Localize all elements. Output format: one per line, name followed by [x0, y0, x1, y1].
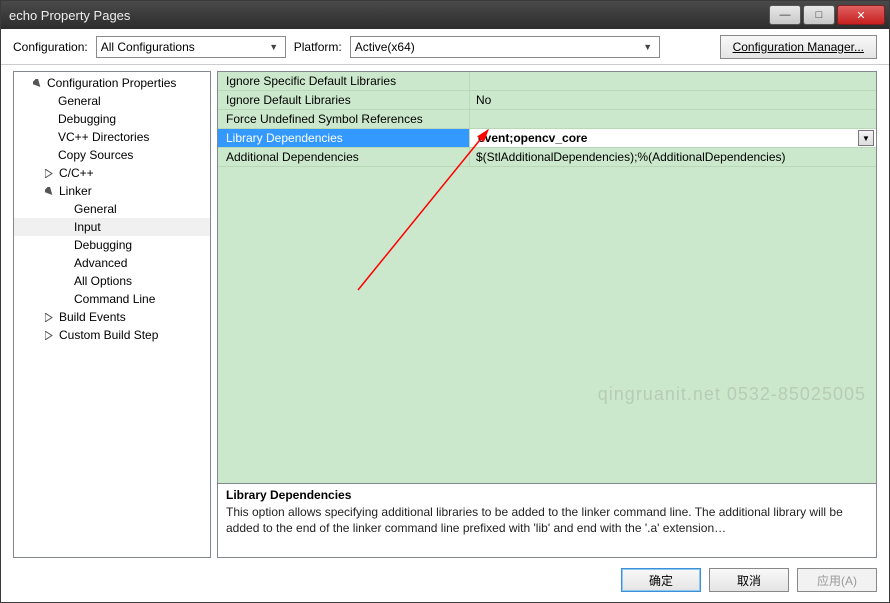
configuration-label: Configuration:	[13, 40, 88, 54]
apply-button: 应用(A)	[797, 568, 877, 592]
grid-row[interactable]: Additional Dependencies $(StlAdditionalD…	[218, 148, 876, 167]
tree-item-buildevents[interactable]: Build Events	[14, 308, 210, 326]
tree-item-debugging[interactable]: Debugging	[14, 110, 210, 128]
window-buttons: — □ ✕	[767, 5, 885, 25]
grid-value[interactable]	[470, 72, 876, 90]
grid-row[interactable]: Ignore Default Libraries No	[218, 91, 876, 110]
expand-closed-icon[interactable]	[44, 330, 55, 341]
tree-item-general[interactable]: General	[14, 92, 210, 110]
grid-row[interactable]: Force Undefined Symbol References	[218, 110, 876, 129]
tree-item-linker-input[interactable]: Input	[14, 218, 210, 236]
maximize-button[interactable]: □	[803, 5, 835, 25]
tree-item-ccpp[interactable]: C/C++	[14, 164, 210, 182]
dialog-footer: 确定 取消 应用(A)	[1, 558, 889, 602]
grid-value-editing[interactable]: ▼	[470, 129, 876, 147]
description-panel: Library Dependencies This option allows …	[218, 483, 876, 557]
property-grid[interactable]: Ignore Specific Default Libraries Ignore…	[218, 72, 876, 483]
watermark-text: qingruanit.net 0532-85025005	[598, 384, 866, 405]
platform-dropdown[interactable]: Active(x64) ▼	[350, 36, 660, 58]
tree-item-custombuild[interactable]: Custom Build Step	[14, 326, 210, 344]
grid-value[interactable]: $(StlAdditionalDependencies);%(Additiona…	[470, 148, 876, 166]
grid-row-selected[interactable]: Library Dependencies ▼	[218, 129, 876, 148]
tree-item-linker-commandline[interactable]: Command Line	[14, 290, 210, 308]
close-button[interactable]: ✕	[837, 5, 885, 25]
dropdown-button[interactable]: ▼	[858, 130, 874, 146]
tree-item-linker[interactable]: Linker	[14, 182, 210, 200]
expand-closed-icon[interactable]	[44, 312, 55, 323]
config-bar: Configuration: All Configurations ▼ Plat…	[1, 29, 889, 65]
title-bar: echo Property Pages — □ ✕	[1, 1, 889, 29]
configuration-dropdown[interactable]: All Configurations ▼	[96, 36, 286, 58]
platform-value: Active(x64)	[355, 40, 641, 54]
configuration-manager-button[interactable]: Configuration Manager...	[720, 35, 877, 59]
ok-button[interactable]: 确定	[621, 568, 701, 592]
description-title: Library Dependencies	[226, 488, 868, 502]
grid-value[interactable]: No	[470, 91, 876, 109]
library-dependencies-input[interactable]	[476, 130, 876, 146]
grid-label-selected: Library Dependencies	[218, 129, 470, 147]
cancel-button[interactable]: 取消	[709, 568, 789, 592]
tree-item-vcdirs[interactable]: VC++ Directories	[14, 128, 210, 146]
platform-label: Platform:	[294, 40, 342, 54]
chevron-down-icon: ▼	[641, 42, 655, 52]
configuration-value: All Configurations	[101, 40, 267, 54]
tree-item-linker-general[interactable]: General	[14, 200, 210, 218]
grid-label: Ignore Specific Default Libraries	[218, 72, 470, 90]
expand-open-icon[interactable]	[44, 186, 55, 197]
grid-label: Force Undefined Symbol References	[218, 110, 470, 128]
grid-label: Additional Dependencies	[218, 148, 470, 166]
expand-closed-icon[interactable]	[44, 168, 55, 179]
grid-value[interactable]	[470, 110, 876, 128]
expand-open-icon[interactable]	[32, 78, 43, 89]
tree-item-linker-alloptions[interactable]: All Options	[14, 272, 210, 290]
tree-item-linker-advanced[interactable]: Advanced	[14, 254, 210, 272]
grid-label: Ignore Default Libraries	[218, 91, 470, 109]
tree-item-copysources[interactable]: Copy Sources	[14, 146, 210, 164]
minimize-button[interactable]: —	[769, 5, 801, 25]
nav-tree[interactable]: Configuration Properties General Debuggi…	[13, 71, 211, 558]
tree-item-linker-debugging[interactable]: Debugging	[14, 236, 210, 254]
description-text: This option allows specifying additional…	[226, 504, 868, 536]
grid-row[interactable]: Ignore Specific Default Libraries	[218, 72, 876, 91]
tree-root[interactable]: Configuration Properties	[14, 74, 210, 92]
property-panel: Ignore Specific Default Libraries Ignore…	[217, 71, 877, 558]
window-title: echo Property Pages	[9, 8, 767, 23]
chevron-down-icon: ▼	[267, 42, 281, 52]
tree-label: Configuration Properties	[47, 76, 176, 90]
